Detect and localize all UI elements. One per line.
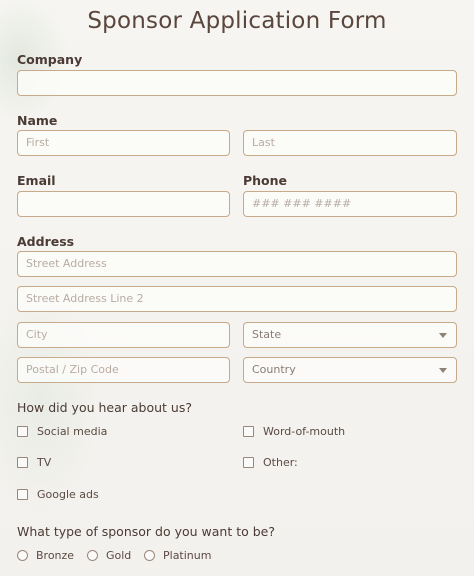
checkbox-option-word-of-mouth[interactable]: Word-of-mouth bbox=[243, 425, 345, 438]
radio-button[interactable] bbox=[144, 550, 155, 561]
country-select-value: Country bbox=[252, 363, 296, 376]
street-address-line2-placeholder: Street Address Line 2 bbox=[26, 292, 144, 305]
postal-code-placeholder: Postal / Zip Code bbox=[26, 363, 119, 376]
phone-placeholder: ### ### #### bbox=[252, 197, 352, 210]
checkbox[interactable] bbox=[17, 426, 28, 437]
checkbox[interactable] bbox=[17, 489, 28, 500]
email-input[interactable] bbox=[17, 191, 230, 217]
address-label: Address bbox=[17, 234, 75, 249]
last-name-placeholder: Last bbox=[252, 136, 275, 149]
radio-button[interactable] bbox=[87, 550, 98, 561]
checkbox-label: TV bbox=[37, 456, 52, 469]
checkbox-option-other[interactable]: Other: bbox=[243, 456, 298, 469]
checkbox-option-social-media[interactable]: Social media bbox=[17, 425, 107, 438]
email-label: Email bbox=[17, 173, 56, 188]
phone-input[interactable]: ### ### #### bbox=[243, 191, 457, 217]
checkbox-label: Word-of-mouth bbox=[263, 425, 346, 438]
radio-label: Gold bbox=[106, 549, 132, 562]
last-name-input[interactable]: Last bbox=[243, 130, 457, 156]
radio-option-platinum[interactable]: Platinum bbox=[144, 549, 211, 562]
first-name-input[interactable]: First bbox=[17, 130, 230, 156]
radio-button[interactable] bbox=[17, 550, 28, 561]
first-name-placeholder: First bbox=[26, 136, 50, 149]
company-label: Company bbox=[17, 52, 83, 67]
city-placeholder: City bbox=[26, 328, 48, 341]
checkbox-option-tv[interactable]: TV bbox=[17, 456, 51, 469]
checkbox[interactable] bbox=[243, 457, 254, 468]
name-label: Name bbox=[17, 113, 58, 128]
phone-label: Phone bbox=[243, 173, 288, 188]
radio-label: Bronze bbox=[36, 549, 75, 562]
sponsor-application-form: Sponsor Application Form Company Name Fi… bbox=[0, 0, 474, 576]
chevron-down-icon bbox=[439, 333, 447, 338]
hear-about-question: How did you hear about us? bbox=[17, 400, 192, 415]
company-input[interactable] bbox=[17, 70, 457, 96]
radio-option-gold[interactable]: Gold bbox=[87, 549, 131, 562]
checkbox[interactable] bbox=[17, 457, 28, 468]
checkbox-label: Google ads bbox=[37, 488, 99, 501]
street-address-input[interactable]: Street Address bbox=[17, 251, 457, 277]
sponsor-type-question: What type of sponsor do you want to be? bbox=[17, 524, 275, 539]
radio-option-bronze[interactable]: Bronze bbox=[17, 549, 74, 562]
city-input[interactable]: City bbox=[17, 322, 230, 348]
form-title: Sponsor Application Form bbox=[87, 8, 387, 34]
street-address-line2-input[interactable]: Street Address Line 2 bbox=[17, 286, 457, 312]
state-select[interactable]: State bbox=[243, 322, 457, 348]
chevron-down-icon bbox=[439, 368, 447, 373]
checkbox-label: Other: bbox=[263, 456, 298, 469]
country-select[interactable]: Country bbox=[243, 357, 457, 383]
postal-code-input[interactable]: Postal / Zip Code bbox=[17, 357, 230, 383]
checkbox-option-google-ads[interactable]: Google ads bbox=[17, 488, 99, 501]
state-select-value: State bbox=[252, 328, 282, 341]
checkbox[interactable] bbox=[243, 426, 254, 437]
radio-label: Platinum bbox=[163, 549, 212, 562]
checkbox-label: Social media bbox=[37, 425, 108, 438]
street-address-placeholder: Street Address bbox=[26, 257, 107, 270]
